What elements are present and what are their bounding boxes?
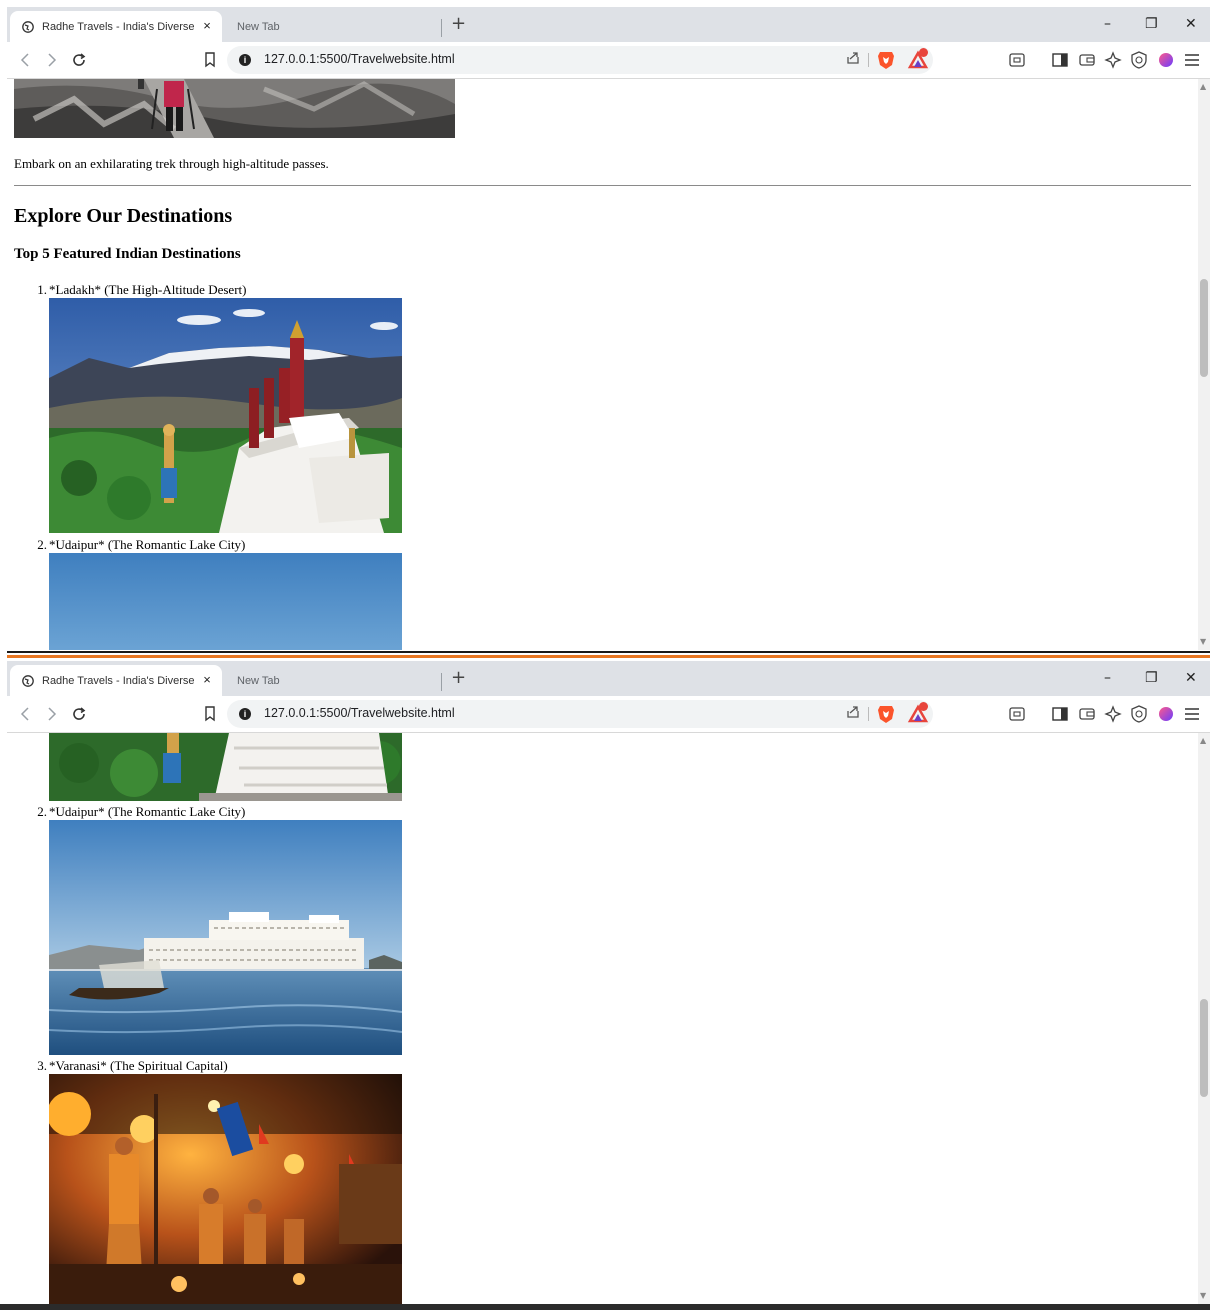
sub-heading: Top 5 Featured Indian Destinations [14, 246, 241, 262]
url-text[interactable]: 127.0.0.1:5500/Travelwebsite.html [264, 706, 455, 720]
scroll-down-arrow-icon[interactable]: ▼ [1200, 1292, 1206, 1300]
vertical-scrollbar[interactable]: ▲ ▼ [1198, 733, 1210, 1304]
profile-icon[interactable] [1156, 50, 1176, 70]
destination-label: *Udaipur* (The Romantic Lake City) [49, 537, 246, 552]
globe-icon [22, 674, 34, 687]
divider-line-dark [7, 651, 1210, 653]
brave-shield-icon[interactable] [877, 50, 895, 74]
minimize-button[interactable]: – [1104, 16, 1111, 32]
tab-separator [441, 673, 442, 691]
udaipur-lake-palace-photo [49, 820, 402, 1055]
back-icon[interactable] [15, 50, 35, 70]
close-window-button[interactable]: ✕ [1185, 16, 1197, 32]
vertical-scrollbar[interactable]: ▲ ▼ [1198, 79, 1210, 650]
reload-icon[interactable] [69, 704, 89, 724]
browser-window-top: Radhe Travels - India's Diverse Je × New… [7, 7, 1210, 650]
site-info-icon[interactable]: i [239, 708, 251, 720]
page-viewport: Embark on an exhilarating trek through h… [7, 79, 1210, 650]
taskbar-edge [0, 1304, 1210, 1310]
tab-strip: Radhe Travels - India's Diverse Je × New… [7, 7, 1210, 42]
screenshot-divider [0, 650, 1210, 661]
omnibox-divider [868, 53, 869, 67]
destination-label: *Ladakh* (The High-Altitude Desert) [49, 282, 247, 297]
tab-title: New Tab [237, 20, 280, 33]
profile-icon[interactable] [1156, 704, 1176, 724]
scrollbar-thumb[interactable] [1200, 999, 1208, 1097]
ladakh-stupa-photo [49, 733, 402, 801]
brave-rewards-icon[interactable] [907, 48, 929, 74]
tab-title: New Tab [237, 674, 280, 687]
destination-label: *Varanasi* (The Spiritual Capital) [49, 1058, 228, 1073]
list-item-number: 1. [37, 282, 47, 297]
new-tab-button[interactable]: + [451, 14, 466, 34]
scroll-down-arrow-icon[interactable]: ▼ [1200, 638, 1206, 646]
udaipur-lake-palace-photo [49, 553, 402, 650]
sidebar-icon[interactable] [1050, 50, 1070, 70]
menu-icon[interactable] [1182, 50, 1202, 70]
tab-new-tab[interactable]: New Tab [235, 665, 440, 696]
url-text[interactable]: 127.0.0.1:5500/Travelwebsite.html [264, 52, 455, 66]
wallet-icon[interactable] [1077, 704, 1097, 724]
restore-button[interactable]: ❐ [1145, 16, 1158, 32]
tab-title: Radhe Travels - India's Diverse Je [42, 20, 196, 33]
tab-strip: Radhe Travels - India's Diverse Je × New… [7, 661, 1210, 696]
vpn-icon[interactable] [1129, 704, 1149, 724]
tab-radhe-travels[interactable]: Radhe Travels - India's Diverse Je × [10, 665, 222, 696]
back-icon[interactable] [15, 704, 35, 724]
section-heading: Explore Our Destinations [14, 205, 233, 227]
ladakh-stupa-photo [49, 298, 402, 533]
brave-rewards-icon[interactable] [907, 702, 929, 728]
globe-icon [22, 20, 34, 33]
list-item-number: 3. [37, 1058, 47, 1073]
bookmark-icon[interactable] [200, 50, 220, 70]
list-item-number: 2. [37, 804, 47, 819]
reader-mode-icon[interactable] [1007, 50, 1027, 70]
reader-mode-icon[interactable] [1007, 704, 1027, 724]
tab-title: Radhe Travels - India's Diverse Je [42, 674, 196, 687]
scrollbar-thumb[interactable] [1200, 279, 1208, 377]
sidebar-icon[interactable] [1050, 704, 1070, 724]
scroll-up-arrow-icon[interactable]: ▲ [1200, 737, 1206, 745]
share-icon[interactable] [845, 50, 861, 70]
close-tab-icon[interactable]: × [200, 19, 214, 33]
omnibox-divider [868, 707, 869, 721]
site-info-icon[interactable]: i [239, 54, 251, 66]
navigation-toolbar: i 127.0.0.1:5500/Travelwebsite.html [7, 42, 1210, 79]
leo-ai-icon[interactable] [1103, 704, 1123, 724]
tab-separator [441, 19, 442, 37]
trek-photo [14, 79, 455, 138]
tab-new-tab[interactable]: New Tab [235, 11, 440, 42]
menu-icon[interactable] [1182, 704, 1202, 724]
notification-badge [919, 48, 928, 57]
scroll-up-arrow-icon[interactable]: ▲ [1200, 83, 1206, 91]
address-bar[interactable]: i 127.0.0.1:5500/Travelwebsite.html [227, 700, 933, 728]
restore-button[interactable]: ❐ [1145, 670, 1158, 686]
list-item-number: 2. [37, 537, 47, 552]
forward-icon[interactable] [42, 704, 62, 724]
trek-caption: Embark on an exhilarating trek through h… [14, 156, 329, 171]
browser-window-bottom: Radhe Travels - India's Diverse Je × New… [7, 661, 1210, 1304]
page-viewport: 2. *Udaipur* (The Romantic Lake City) 3.… [7, 733, 1210, 1304]
vpn-icon[interactable] [1129, 50, 1149, 70]
forward-icon[interactable] [42, 50, 62, 70]
varanasi-ganga-aarti-photo [49, 1074, 402, 1304]
wallet-icon[interactable] [1077, 50, 1097, 70]
destination-label: *Udaipur* (The Romantic Lake City) [49, 804, 246, 819]
minimize-button[interactable]: – [1104, 670, 1111, 686]
close-tab-icon[interactable]: × [200, 673, 214, 687]
close-window-button[interactable]: ✕ [1185, 670, 1197, 686]
new-tab-button[interactable]: + [451, 668, 466, 688]
brave-shield-icon[interactable] [877, 704, 895, 728]
leo-ai-icon[interactable] [1103, 50, 1123, 70]
address-bar[interactable]: i 127.0.0.1:5500/Travelwebsite.html [227, 46, 933, 74]
navigation-toolbar: i 127.0.0.1:5500/Travelwebsite.html [7, 696, 1210, 733]
share-icon[interactable] [845, 704, 861, 724]
section-divider [14, 185, 1191, 186]
tab-radhe-travels[interactable]: Radhe Travels - India's Diverse Je × [10, 11, 222, 42]
reload-icon[interactable] [69, 50, 89, 70]
divider-line-orange [7, 655, 1210, 658]
bookmark-icon[interactable] [200, 704, 220, 724]
notification-badge [919, 702, 928, 711]
